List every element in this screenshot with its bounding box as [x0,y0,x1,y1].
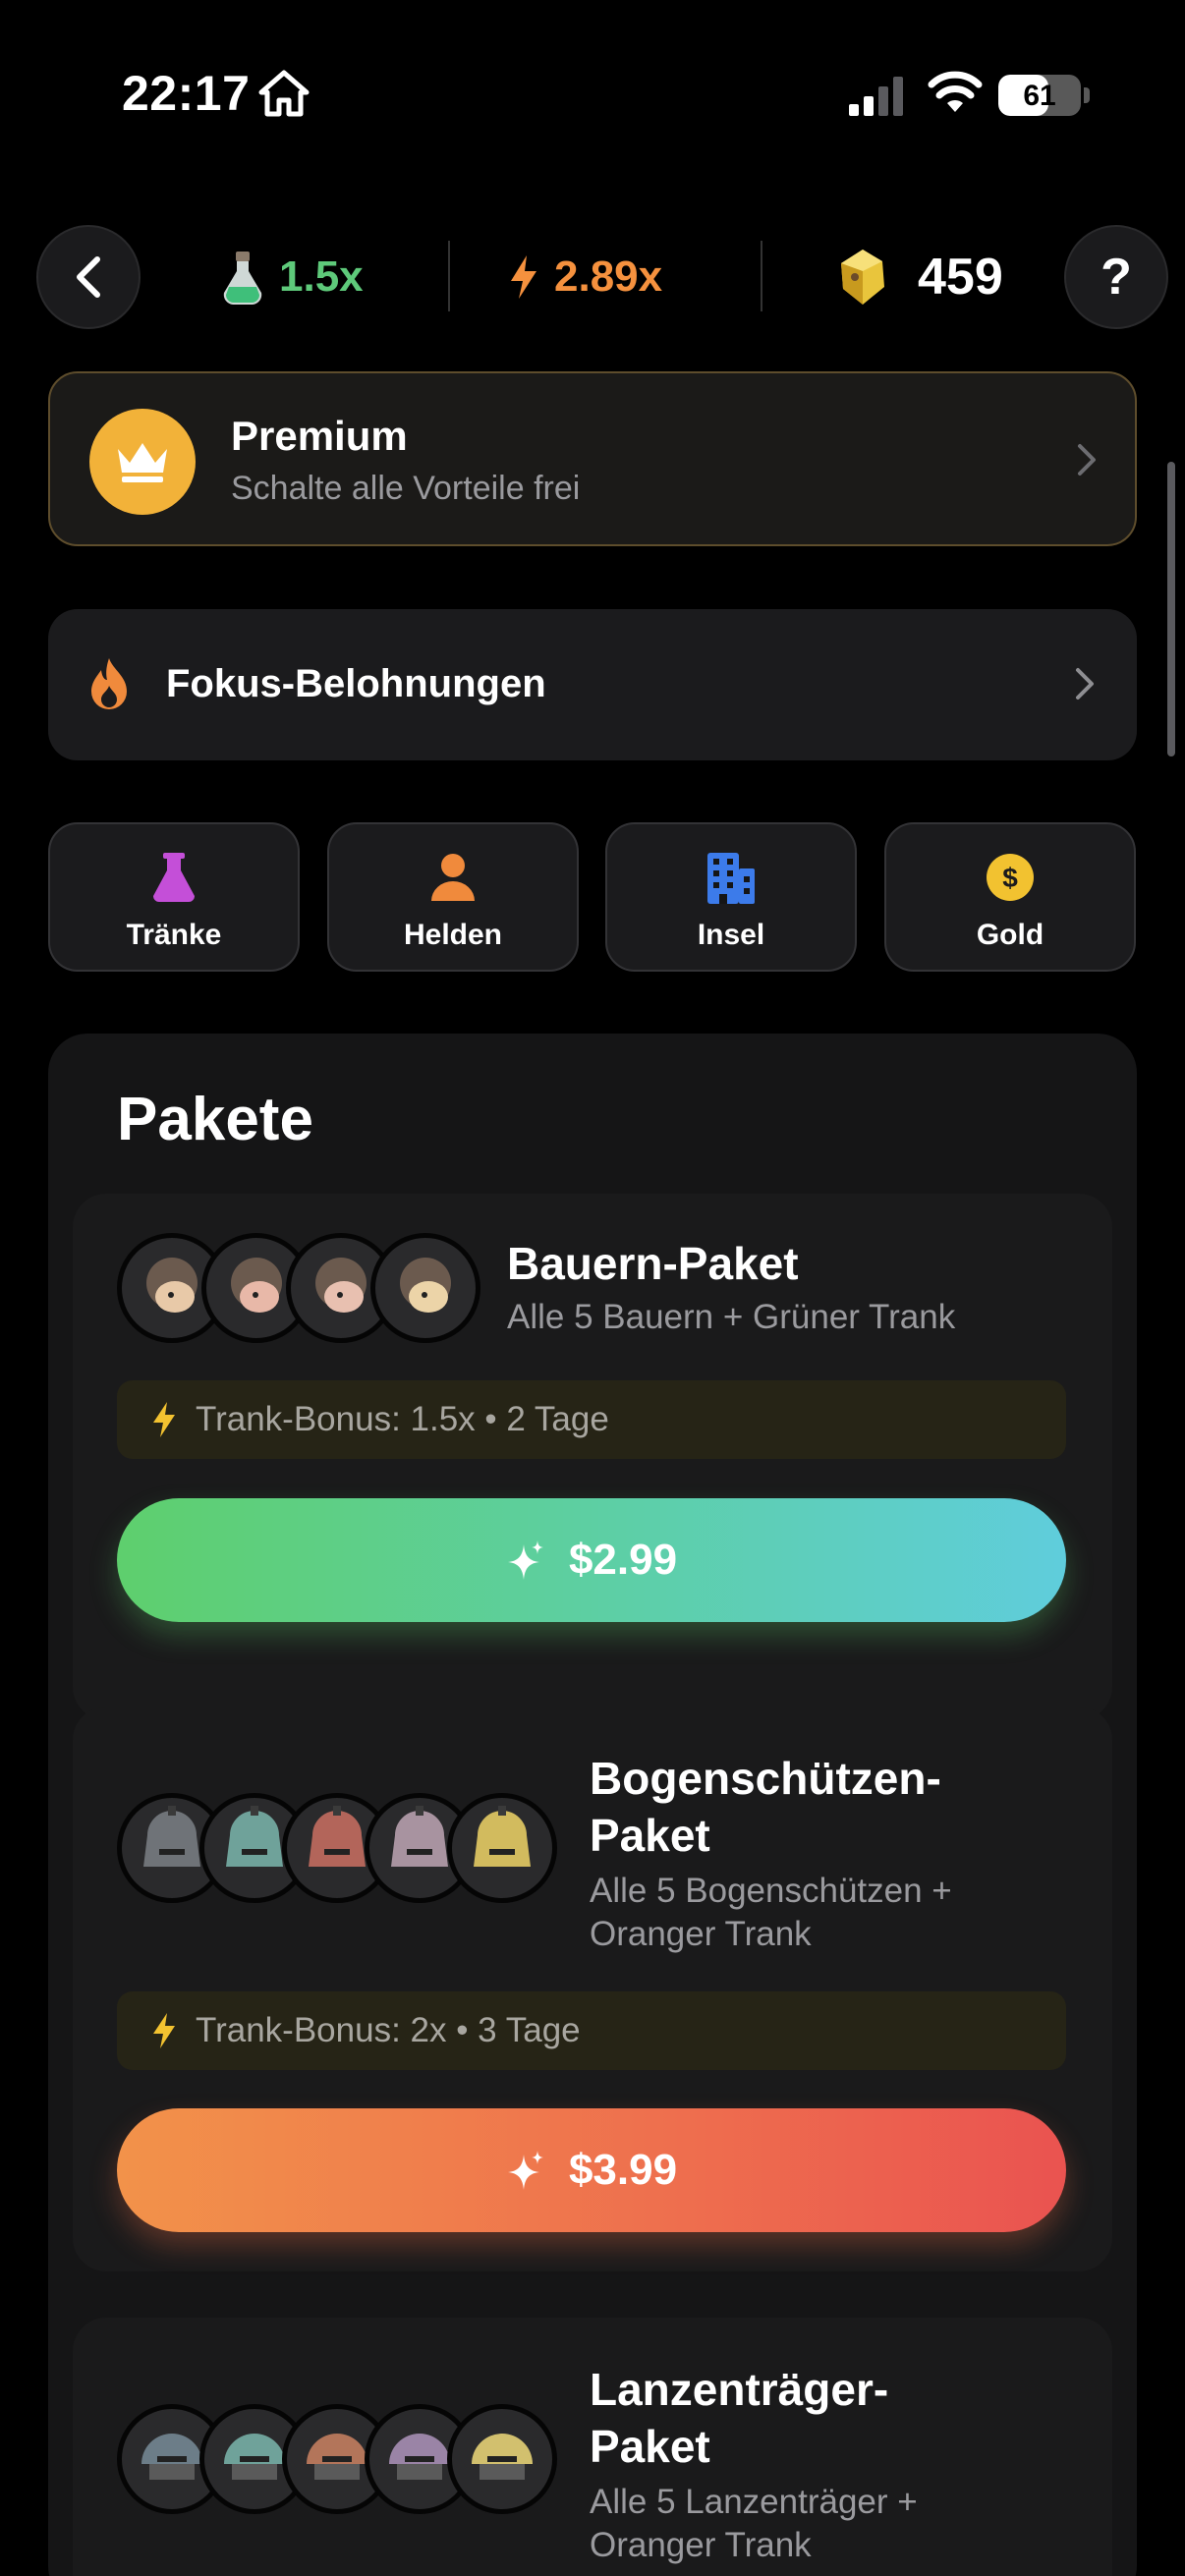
chevron-left-icon [77,256,100,298]
chevron-right-icon [1076,668,1094,700]
sparkle-icon [507,2151,543,2190]
fokus-rewards-label: Fokus-Belohnungen [166,662,546,705]
package-title-line: Lanzenträger- [590,2364,889,2415]
package-subtitle: Alle 5 Lanzenträger + Oranger Trank [590,2481,918,2567]
potion-bonus-badge: Trank-Bonus: 1.5x • 2 Tage [117,1380,1066,1459]
package-card-farmers: Bauern-Paket Alle 5 Bauern + Grüner Tran… [73,1194,1112,1720]
building-icon [704,850,759,905]
potion-multiplier[interactable]: 1.5x [220,242,364,312]
packages-section: Pakete Bauern-Paket Alle 5 Bauern + Grün… [48,1034,1137,2576]
gem-icon [841,250,884,305]
svg-text:$: $ [1002,863,1018,893]
price-label: $2.99 [568,1536,678,1584]
lightning-icon [511,255,536,299]
package-title-line: Bogenschützen- [590,1753,941,1804]
back-button[interactable] [36,225,141,329]
crown-icon [118,443,167,482]
lightning-icon [153,2013,175,2048]
package-card-archers: Bogenschützen- Paket Alle 5 Bogenschütze… [73,1707,1112,2271]
fokus-rewards-row[interactable]: Fokus-Belohnungen [48,609,1137,760]
coin-icon: $ [983,850,1038,905]
gem-balance[interactable]: 459 [837,242,1003,312]
scrollbar[interactable] [1167,462,1175,756]
energy-multiplier[interactable]: 2.89x [507,242,662,312]
energy-multiplier-value: 2.89x [554,252,663,301]
potion-multiplier-value: 1.5x [279,252,364,301]
package-card-lancers: Lanzenträger- Paket Alle 5 Lanzenträger … [73,2318,1112,2576]
potion-bonus-badge: Trank-Bonus: 2x • 3 Tage [117,1991,1066,2070]
battery-tip [1084,87,1090,103]
category-island[interactable]: Insel [605,822,857,972]
packages-title: Pakete [117,1086,313,1153]
wifi-icon [928,71,983,112]
battery-indicator: 61 [998,75,1081,116]
crown-badge [89,409,196,515]
home-icon [258,70,310,117]
buy-button[interactable]: $3.99 [117,2108,1066,2232]
sparkle-icon [507,1540,543,1580]
category-label: Helden [403,919,503,951]
package-title-line: Paket [590,1810,710,1861]
cellular-signal-icon [849,77,903,116]
archer-avatar [447,1793,557,1903]
package-subtitle: Alle 5 Bogenschützen + Oranger Trank [590,1870,952,1956]
person-icon [425,850,480,905]
potion-icon [223,252,262,305]
package-subtitle-line: Alle 5 Lanzenträger + [590,2483,918,2521]
category-gold[interactable]: $ Gold [884,822,1136,972]
package-subtitle-line: Oranger Trank [590,2526,812,2564]
help-button[interactable]: ? [1064,225,1168,329]
category-label: Gold [976,919,1044,951]
category-heroes[interactable]: Helden [327,822,579,972]
category-potions[interactable]: Tränke [48,822,300,972]
status-time: 22:17 [122,66,251,121]
price-label: $3.99 [568,2146,678,2194]
lancer-avatar [447,2404,557,2514]
premium-subtitle: Schalte alle Vorteile frei [231,470,581,507]
premium-title: Premium [231,413,408,459]
divider [761,241,762,311]
premium-banner[interactable]: Premium Schalte alle Vorteile frei [48,371,1137,546]
package-title: Lanzenträger- Paket [590,2361,888,2475]
package-subtitle: Alle 5 Bauern + Grüner Trank [507,1298,956,1336]
divider [448,241,450,311]
gem-count: 459 [918,249,1003,306]
chevron-right-icon [1078,444,1096,476]
potion-bonus-text: Trank-Bonus: 1.5x • 2 Tage [196,1400,609,1438]
category-label: Tränke [126,919,222,951]
farmer-avatar [370,1233,480,1343]
package-title: Bauern-Paket [507,1238,799,1289]
package-title: Bogenschützen- Paket [590,1750,941,1864]
category-label: Insel [697,919,765,951]
flask-icon [146,850,201,905]
lightning-icon [153,1402,175,1437]
package-subtitle-line: Alle 5 Bogenschützen + [590,1872,952,1910]
status-bar: 22:17 61 [0,0,1185,187]
battery-level: 61 [1023,80,1056,112]
buy-button[interactable]: $2.99 [117,1498,1066,1622]
potion-bonus-text: Trank-Bonus: 2x • 3 Tage [196,2011,581,2049]
package-subtitle-line: Oranger Trank [590,1915,812,1953]
package-title-line: Paket [590,2421,710,2472]
flame-icon [91,658,127,709]
